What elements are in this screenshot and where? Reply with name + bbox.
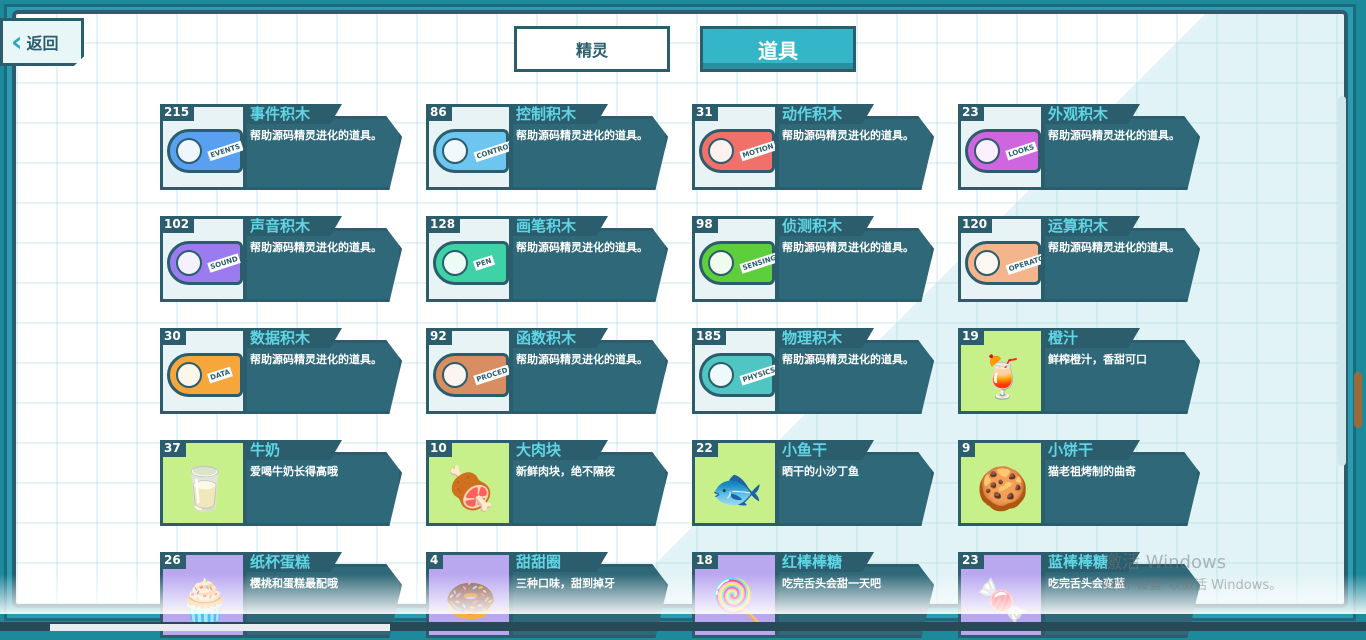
item-card[interactable]: SOUND 102 声音积木帮助源码精灵进化的道具。 <box>160 216 402 304</box>
item-count: 19 <box>958 328 984 345</box>
item-name: 运算积木 <box>1042 216 1140 236</box>
item-card[interactable]: 🍪 9 小饼干猫老祖烤制的曲奇 <box>958 440 1200 528</box>
item-description: 帮助源码精灵进化的道具。 <box>782 129 914 142</box>
item-description: 帮助源码精灵进化的道具。 <box>250 241 382 254</box>
item-name: 物理积木 <box>776 328 874 348</box>
item-count: 22 <box>692 440 718 457</box>
item-count: 31 <box>692 104 718 121</box>
taskbar-strip <box>0 622 1366 631</box>
item-card[interactable]: MOTION 31 动作积木帮助源码精灵进化的道具。 <box>692 104 934 192</box>
activation-watermark: 激活 Windows <box>1104 552 1227 573</box>
item-count: 128 <box>426 216 461 233</box>
back-label: 返回 <box>26 34 59 53</box>
tab-items-label: 道具 <box>758 38 798 63</box>
item-card[interactable]: LOOKS 23 外观积木帮助源码精灵进化的道具。 <box>958 104 1200 192</box>
item-description: 猫老祖烤制的曲奇 <box>1048 465 1136 478</box>
item-name: 大肉块 <box>510 440 608 460</box>
item-card[interactable]: 🥛 37 牛奶爱喝牛奶长得高哦 <box>160 440 402 528</box>
item-card[interactable]: PHYSICS 185 物理积木帮助源码精灵进化的道具。 <box>692 328 934 416</box>
events-key-icon: EVENTS <box>167 129 243 173</box>
cookie-icon: 🍪 <box>976 464 1030 513</box>
control-key-icon: CONTROL <box>433 129 509 173</box>
item-description: 帮助源码精灵进化的道具。 <box>782 353 914 366</box>
tab-items[interactable]: 道具 <box>700 26 856 72</box>
operator-key-icon: OPERATOR <box>965 241 1041 285</box>
item-description: 帮助源码精灵进化的道具。 <box>1048 241 1180 254</box>
motion-key-icon: MOTION <box>699 129 775 173</box>
item-name: 纸杯蛋糕 <box>244 552 342 572</box>
procedure-key-icon: PROCED <box>433 353 509 397</box>
item-card[interactable]: SENSING 98 侦测积木帮助源码精灵进化的道具。 <box>692 216 934 304</box>
item-card[interactable]: EVENTS 215 事件积木帮助源码精灵进化的道具。 <box>160 104 402 192</box>
item-description: 帮助源码精灵进化的道具。 <box>250 353 382 366</box>
activation-watermark-sub: 转到"设置"以激活 Windows。 <box>1104 578 1283 593</box>
item-name: 外观积木 <box>1042 104 1140 124</box>
item-name: 动作积木 <box>776 104 874 124</box>
item-name: 事件积木 <box>244 104 342 124</box>
item-count: 92 <box>426 328 452 345</box>
item-name: 橙汁 <box>1042 328 1140 348</box>
tab-sprites[interactable]: 精灵 <box>514 26 670 72</box>
chevron-left-icon: ‹ <box>11 25 23 58</box>
item-name: 侦测积木 <box>776 216 874 236</box>
scrollbar-track[interactable] <box>1338 96 1346 466</box>
item-count: 185 <box>692 328 727 345</box>
item-card[interactable]: PEN 128 画笔积木帮助源码精灵进化的道具。 <box>426 216 668 304</box>
back-button[interactable]: ‹ 返回 <box>0 18 84 66</box>
scrollbar-thumb[interactable] <box>1354 372 1362 428</box>
item-count: 4 <box>426 552 444 569</box>
item-description: 帮助源码精灵进化的道具。 <box>516 353 648 366</box>
item-name: 小鱼干 <box>776 440 874 460</box>
item-name: 控制积木 <box>510 104 608 124</box>
item-count: 30 <box>160 328 186 345</box>
item-card[interactable]: 🐟 22 小鱼干晒干的小沙丁鱼 <box>692 440 934 528</box>
pen-key-icon: PEN <box>433 241 509 285</box>
item-count: 23 <box>958 104 984 121</box>
tab-sprites-label: 精灵 <box>575 41 608 60</box>
item-name: 声音积木 <box>244 216 342 236</box>
item-card[interactable]: PROCED 92 函数积木帮助源码精灵进化的道具。 <box>426 328 668 416</box>
item-description: 帮助源码精灵进化的道具。 <box>250 129 382 142</box>
milk-carton-icon: 🥛 <box>178 464 232 513</box>
sensing-key-icon: SENSING <box>699 241 775 285</box>
item-description: 帮助源码精灵进化的道具。 <box>782 241 914 254</box>
item-name: 红棒棒糖 <box>776 552 874 572</box>
item-count: 10 <box>426 440 452 457</box>
item-count: 9 <box>958 440 976 457</box>
item-name: 画笔积木 <box>510 216 608 236</box>
item-count: 120 <box>958 216 993 233</box>
dried-fish-icon: 🐟 <box>710 464 764 513</box>
item-count: 26 <box>160 552 186 569</box>
item-name: 小饼干 <box>1042 440 1140 460</box>
item-name: 牛奶 <box>244 440 342 460</box>
item-description: 帮助源码精灵进化的道具。 <box>1048 129 1180 142</box>
physics-key-icon: PHYSICS <box>699 353 775 397</box>
item-count: 98 <box>692 216 718 233</box>
item-description: 晒干的小沙丁鱼 <box>782 465 859 478</box>
item-description: 鲜榨橙汁，香甜可口 <box>1048 353 1147 366</box>
item-name: 甜甜圈 <box>510 552 608 572</box>
orange-juice-icon: 🍹 <box>976 352 1030 401</box>
item-description: 帮助源码精灵进化的道具。 <box>516 241 648 254</box>
data-key-icon: DATA <box>167 353 243 397</box>
item-description: 爱喝牛奶长得高哦 <box>250 465 338 478</box>
item-card[interactable]: 🍹 19 橙汁鲜榨橙汁，香甜可口 <box>958 328 1200 416</box>
item-description: 新鲜肉块，绝不隔夜 <box>516 465 615 478</box>
item-card[interactable]: OPERATOR 120 运算积木帮助源码精灵进化的道具。 <box>958 216 1200 304</box>
item-count: 102 <box>160 216 195 233</box>
item-name: 函数积木 <box>510 328 608 348</box>
item-card[interactable]: CONTROL 86 控制积木帮助源码精灵进化的道具。 <box>426 104 668 192</box>
item-count: 215 <box>160 104 195 121</box>
item-count: 37 <box>160 440 186 457</box>
item-count: 18 <box>692 552 718 569</box>
item-count: 23 <box>958 552 984 569</box>
item-name: 数据积木 <box>244 328 342 348</box>
looks-key-icon: LOOKS <box>965 129 1041 173</box>
item-card[interactable]: DATA 30 数据积木帮助源码精灵进化的道具。 <box>160 328 402 416</box>
item-card[interactable]: 🍖 10 大肉块新鲜肉块，绝不隔夜 <box>426 440 668 528</box>
meat-icon: 🍖 <box>444 464 498 513</box>
item-description: 帮助源码精灵进化的道具。 <box>516 129 648 142</box>
item-count: 86 <box>426 104 452 121</box>
sound-key-icon: SOUND <box>167 241 243 285</box>
